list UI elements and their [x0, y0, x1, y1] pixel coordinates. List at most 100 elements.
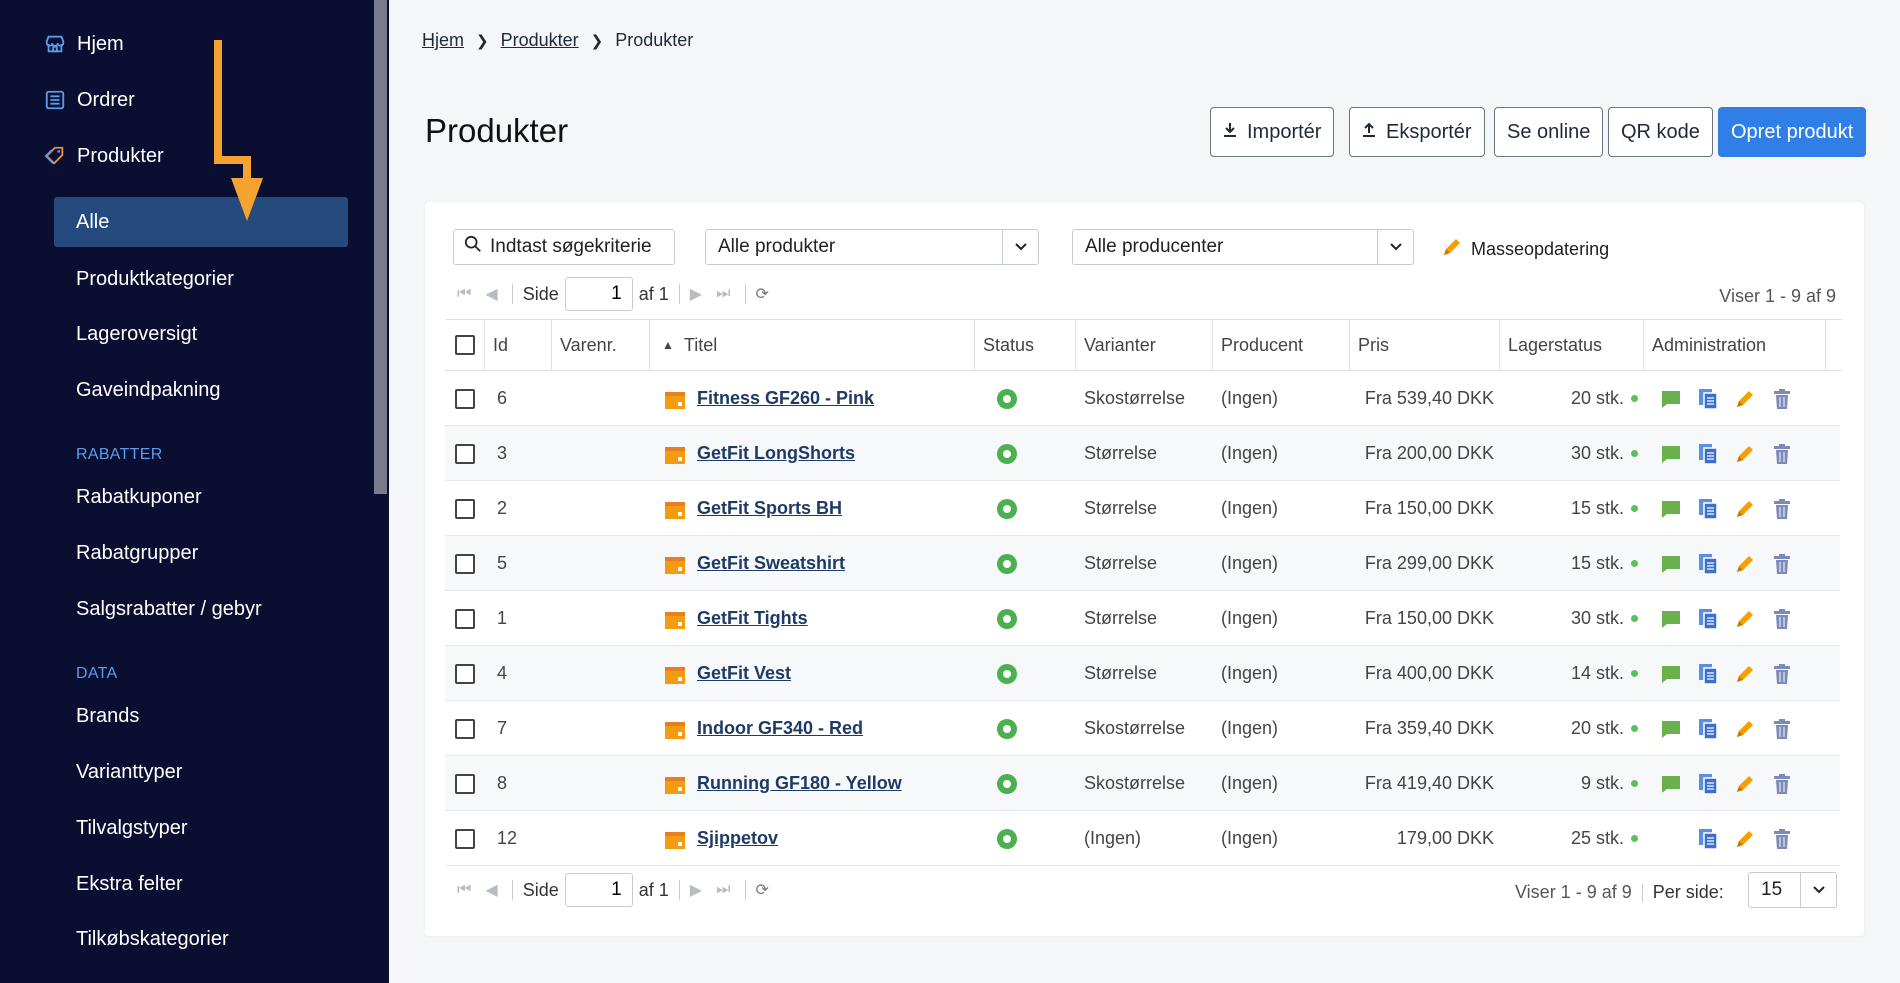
per-page-select[interactable]: 15 — [1748, 872, 1837, 908]
prev-page-icon[interactable]: ◀ — [485, 284, 497, 304]
trash-icon[interactable] — [1768, 770, 1796, 798]
edit-pencil-icon[interactable] — [1731, 660, 1759, 688]
trash-icon[interactable] — [1768, 825, 1796, 853]
prev-page-icon[interactable]: ◀ — [485, 880, 497, 900]
status-active-icon[interactable] — [997, 828, 1017, 849]
copy-icon[interactable] — [1694, 770, 1722, 798]
comment-icon[interactable] — [1657, 770, 1685, 798]
refresh-icon[interactable]: ⟳ — [756, 880, 769, 900]
status-active-icon[interactable] — [997, 608, 1017, 629]
row-checkbox[interactable] — [455, 443, 475, 464]
edit-pencil-icon[interactable] — [1731, 770, 1759, 798]
column-header-status[interactable]: Status — [975, 320, 1076, 370]
product-title-link[interactable]: Indoor GF340 - Red — [697, 718, 863, 739]
edit-pencil-icon[interactable] — [1731, 605, 1759, 633]
trash-icon[interactable] — [1768, 550, 1796, 578]
status-active-icon[interactable] — [997, 718, 1017, 739]
copy-icon[interactable] — [1694, 385, 1722, 413]
comment-icon[interactable] — [1657, 605, 1685, 633]
column-header-lagerstatus[interactable]: Lagerstatus — [1500, 320, 1644, 370]
sidebar-item-lageroversigt[interactable]: Lageroversigt — [76, 319, 197, 349]
column-header-varianter[interactable]: Varianter — [1076, 320, 1213, 370]
status-active-icon[interactable] — [997, 663, 1017, 684]
trash-icon[interactable] — [1768, 385, 1796, 413]
mass-update-button[interactable]: Masseopdatering — [1441, 236, 1609, 263]
next-page-icon[interactable]: ▶ — [690, 284, 702, 304]
row-checkbox[interactable] — [455, 718, 475, 739]
edit-pencil-icon[interactable] — [1731, 550, 1759, 578]
row-checkbox[interactable] — [455, 608, 475, 629]
products-filter-select[interactable]: Alle produkter — [705, 229, 1039, 265]
status-active-icon[interactable] — [997, 443, 1017, 464]
row-checkbox[interactable] — [455, 663, 475, 684]
status-active-icon[interactable] — [997, 498, 1017, 519]
refresh-icon[interactable]: ⟳ — [756, 284, 769, 304]
product-title-link[interactable]: GetFit Vest — [697, 663, 791, 684]
sidebar-item-salgsrabatter[interactable]: Salgsrabatter / gebyr — [76, 594, 262, 624]
sidebar-item-rabatkuponer[interactable]: Rabatkuponer — [76, 482, 202, 512]
sidebar-item-tilvalgstyper[interactable]: Tilvalgstyper — [76, 813, 188, 843]
comment-icon[interactable] — [1657, 495, 1685, 523]
page-input[interactable] — [564, 277, 633, 311]
sidebar-item-gaveindpakning[interactable]: Gaveindpakning — [76, 375, 221, 405]
edit-pencil-icon[interactable] — [1731, 715, 1759, 743]
next-page-icon[interactable]: ▶ — [690, 880, 702, 900]
column-header-varenr[interactable]: Varenr. — [552, 320, 650, 370]
breadcrumb-link-hjem[interactable]: Hjem — [422, 30, 464, 51]
sidebar-item-alle[interactable]: Alle — [54, 197, 348, 247]
first-page-icon[interactable]: ⏮ — [457, 285, 471, 303]
copy-icon[interactable] — [1694, 825, 1722, 853]
comment-icon[interactable] — [1657, 715, 1685, 743]
comment-icon[interactable] — [1657, 440, 1685, 468]
product-title-link[interactable]: Running GF180 - Yellow — [697, 773, 902, 794]
import-button[interactable]: Importér — [1210, 107, 1335, 157]
product-title-link[interactable]: GetFit LongShorts — [697, 443, 855, 464]
edit-pencil-icon[interactable] — [1731, 440, 1759, 468]
sidebar-item-hjem[interactable]: Hjem — [43, 19, 124, 69]
copy-icon[interactable] — [1694, 440, 1722, 468]
trash-icon[interactable] — [1768, 495, 1796, 523]
copy-icon[interactable] — [1694, 660, 1722, 688]
sidebar-item-tilkobskategorier[interactable]: Tilkøbskategorier — [76, 924, 229, 954]
column-header-administration[interactable]: Administration — [1644, 320, 1826, 370]
trash-icon[interactable] — [1768, 715, 1796, 743]
product-title-link[interactable]: Sjippetov — [697, 828, 778, 849]
comment-icon[interactable] — [1657, 550, 1685, 578]
comment-icon[interactable] — [1657, 660, 1685, 688]
copy-icon[interactable] — [1694, 715, 1722, 743]
row-checkbox[interactable] — [455, 773, 475, 794]
trash-icon[interactable] — [1768, 440, 1796, 468]
producers-filter-select[interactable]: Alle producenter — [1072, 229, 1414, 265]
comment-icon[interactable] — [1657, 385, 1685, 413]
edit-pencil-icon[interactable] — [1731, 825, 1759, 853]
sidebar-item-varianttyper[interactable]: Varianttyper — [76, 757, 182, 787]
product-title-link[interactable]: GetFit Sports BH — [697, 498, 842, 519]
sidebar-item-ordrer[interactable]: Ordrer — [43, 75, 135, 125]
product-title-link[interactable]: Fitness GF260 - Pink — [697, 388, 874, 409]
copy-icon[interactable] — [1694, 605, 1722, 633]
column-header-pris[interactable]: Pris — [1350, 320, 1500, 370]
column-header-id[interactable]: Id — [485, 320, 552, 370]
status-active-icon[interactable] — [997, 388, 1017, 409]
last-page-icon[interactable]: ⏭ — [716, 881, 730, 899]
sidebar-item-rabatgrupper[interactable]: Rabatgrupper — [76, 538, 198, 568]
status-active-icon[interactable] — [997, 773, 1017, 794]
trash-icon[interactable] — [1768, 605, 1796, 633]
edit-pencil-icon[interactable] — [1731, 495, 1759, 523]
copy-icon[interactable] — [1694, 495, 1722, 523]
create-product-button[interactable]: Opret produkt — [1718, 107, 1867, 157]
search-input[interactable]: Indtast søgekriterie — [453, 229, 675, 265]
copy-icon[interactable] — [1694, 550, 1722, 578]
row-checkbox[interactable] — [455, 388, 475, 409]
edit-pencil-icon[interactable] — [1731, 385, 1759, 413]
product-title-link[interactable]: GetFit Sweatshirt — [697, 553, 845, 574]
sidebar-item-produkter[interactable]: Produkter — [43, 131, 164, 181]
column-header-producent[interactable]: Producent — [1213, 320, 1350, 370]
row-checkbox[interactable] — [455, 828, 475, 849]
see-online-button[interactable]: Se online — [1494, 107, 1604, 157]
row-checkbox[interactable] — [455, 498, 475, 519]
trash-icon[interactable] — [1768, 660, 1796, 688]
last-page-icon[interactable]: ⏭ — [716, 285, 730, 303]
page-input[interactable] — [564, 873, 633, 907]
export-button[interactable]: Eksportér — [1349, 107, 1485, 157]
